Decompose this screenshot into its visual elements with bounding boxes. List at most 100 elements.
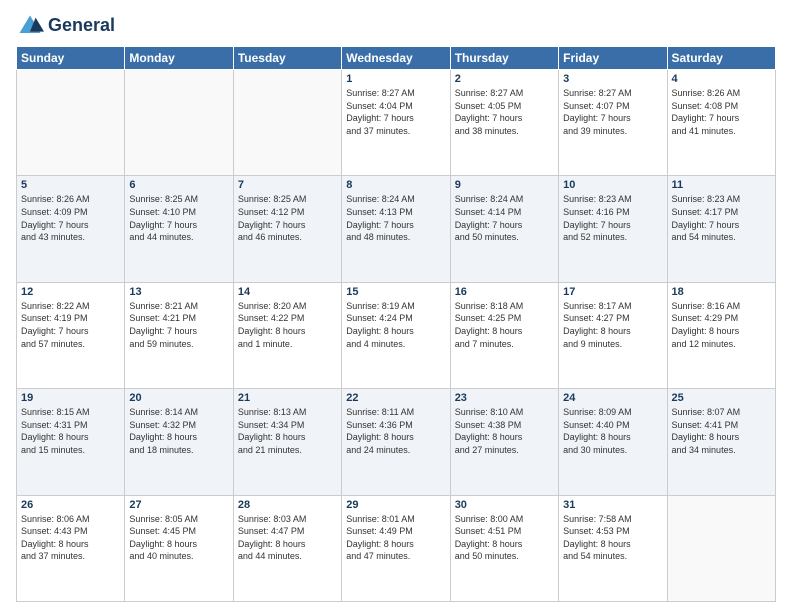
calendar-cell [667,495,775,601]
calendar-cell: 2 Sunrise: 8:27 AM Sunset: 4:05 PM Daylig… [450,70,558,176]
day-info: Sunrise: 8:21 AM Sunset: 4:21 PM Dayligh… [129,300,228,350]
calendar-cell: 17Sunrise: 8:17 AM Sunset: 4:27 PM Dayli… [559,282,667,388]
day-number: 17 [563,286,662,298]
day-number: 15 [346,286,445,298]
logo-line1: General [48,16,115,36]
logo-icon [16,12,44,40]
calendar-cell: 26 Sunrise: 8:06 AM Sunset: 4:43 PM Dayli… [17,495,125,601]
day-number: 20 [129,392,228,404]
day-number: 29 [346,499,445,511]
day-info: Sunrise: 8:25 AM Sunset: 4:12 PM Dayligh… [238,193,337,243]
calendar-cell: 11Sunrise: 8:23 AM Sunset: 4:17 PM Dayli… [667,176,775,282]
weekday-tuesday: Tuesday [233,47,341,70]
week-row-2: 5Sunrise: 8:26 AM Sunset: 4:09 PM Daylig… [17,176,776,282]
calendar-cell: 19Sunrise: 8:15 AM Sunset: 4:31 PM Dayli… [17,389,125,495]
weekday-friday: Friday [559,47,667,70]
day-info: Sunrise: 8:06 AM Sunset: 4:43 PM Dayligh… [21,513,120,563]
day-info: Sunrise: 8:23 AM Sunset: 4:16 PM Dayligh… [563,193,662,243]
day-number: 13 [129,286,228,298]
day-number: 8 [346,179,445,191]
day-number: 18 [672,286,771,298]
day-info: Sunrise: 8:10 AM Sunset: 4:38 PM Dayligh… [455,406,554,456]
calendar-cell: 30Sunrise: 8:00 AM Sunset: 4:51 PM Dayli… [450,495,558,601]
day-number: 26 [21,499,120,511]
day-info: Sunrise: 8:27 AM Sunset: 4:05 PM Dayligh… [455,87,554,137]
day-info: Sunrise: 8:13 AM Sunset: 4:34 PM Dayligh… [238,406,337,456]
day-info: Sunrise: 8:22 AM Sunset: 4:19 PM Dayligh… [21,300,120,350]
day-info: Sunrise: 8:23 AM Sunset: 4:17 PM Dayligh… [672,193,771,243]
calendar-cell: 25 Sunrise: 8:07 AM Sunset: 4:41 PM Dayli… [667,389,775,495]
calendar-cell [233,70,341,176]
calendar-cell: 10 Sunrise: 8:23 AM Sunset: 4:16 PM Dayli… [559,176,667,282]
day-number: 30 [455,499,554,511]
calendar-cell: 4 Sunrise: 8:26 AM Sunset: 4:08 PM Daylig… [667,70,775,176]
day-info: Sunrise: 8:27 AM Sunset: 4:04 PM Dayligh… [346,87,445,137]
day-info: Sunrise: 8:09 AM Sunset: 4:40 PM Dayligh… [563,406,662,456]
day-number: 31 [563,499,662,511]
weekday-monday: Monday [125,47,233,70]
day-number: 27 [129,499,228,511]
day-number: 28 [238,499,337,511]
day-info: Sunrise: 8:01 AM Sunset: 4:49 PM Dayligh… [346,513,445,563]
calendar-cell: 1 Sunrise: 8:27 AM Sunset: 4:04 PM Daylig… [342,70,450,176]
day-number: 21 [238,392,337,404]
day-number: 16 [455,286,554,298]
day-number: 14 [238,286,337,298]
calendar-cell: 21 Sunrise: 8:13 AM Sunset: 4:34 PM Dayli… [233,389,341,495]
day-info: Sunrise: 8:24 AM Sunset: 4:13 PM Dayligh… [346,193,445,243]
day-info: Sunrise: 8:26 AM Sunset: 4:08 PM Dayligh… [672,87,771,137]
day-number: 7 [238,179,337,191]
day-info: Sunrise: 8:11 AM Sunset: 4:36 PM Dayligh… [346,406,445,456]
day-number: 2 [455,73,554,85]
calendar-cell: 22 Sunrise: 8:11 AM Sunset: 4:36 PM Dayli… [342,389,450,495]
weekday-saturday: Saturday [667,47,775,70]
day-number: 23 [455,392,554,404]
calendar-cell: 5Sunrise: 8:26 AM Sunset: 4:09 PM Daylig… [17,176,125,282]
calendar-cell: 29 Sunrise: 8:01 AM Sunset: 4:49 PM Dayli… [342,495,450,601]
calendar-cell: 31Sunrise: 7:58 AM Sunset: 4:53 PM Dayli… [559,495,667,601]
weekday-header-row: SundayMondayTuesdayWednesdayThursdayFrid… [17,47,776,70]
calendar-cell: 28Sunrise: 8:03 AM Sunset: 4:47 PM Dayli… [233,495,341,601]
calendar-cell: 13 Sunrise: 8:21 AM Sunset: 4:21 PM Dayli… [125,282,233,388]
calendar-cell: 9Sunrise: 8:24 AM Sunset: 4:14 PM Daylig… [450,176,558,282]
calendar-cell: 7 Sunrise: 8:25 AM Sunset: 4:12 PM Daylig… [233,176,341,282]
day-number: 22 [346,392,445,404]
day-number: 1 [346,73,445,85]
calendar-cell: 18 Sunrise: 8:16 AM Sunset: 4:29 PM Dayli… [667,282,775,388]
calendar-cell: 16Sunrise: 8:18 AM Sunset: 4:25 PM Dayli… [450,282,558,388]
calendar-cell [125,70,233,176]
page: General SundayMondayTuesdayWednesdayThur… [0,0,792,612]
day-info: Sunrise: 8:14 AM Sunset: 4:32 PM Dayligh… [129,406,228,456]
calendar-cell: 20 Sunrise: 8:14 AM Sunset: 4:32 PM Dayli… [125,389,233,495]
calendar-cell [17,70,125,176]
day-number: 24 [563,392,662,404]
day-info: Sunrise: 8:19 AM Sunset: 4:24 PM Dayligh… [346,300,445,350]
day-number: 10 [563,179,662,191]
calendar-cell: 6Sunrise: 8:25 AM Sunset: 4:10 PM Daylig… [125,176,233,282]
calendar-cell: 27 Sunrise: 8:05 AM Sunset: 4:45 PM Dayli… [125,495,233,601]
day-info: Sunrise: 8:26 AM Sunset: 4:09 PM Dayligh… [21,193,120,243]
day-info: Sunrise: 8:15 AM Sunset: 4:31 PM Dayligh… [21,406,120,456]
day-number: 4 [672,73,771,85]
logo: General [16,12,115,40]
calendar-cell: 24 Sunrise: 8:09 AM Sunset: 4:40 PM Dayli… [559,389,667,495]
day-info: Sunrise: 8:07 AM Sunset: 4:41 PM Dayligh… [672,406,771,456]
week-row-5: 26 Sunrise: 8:06 AM Sunset: 4:43 PM Dayli… [17,495,776,601]
calendar-cell: 3Sunrise: 8:27 AM Sunset: 4:07 PM Daylig… [559,70,667,176]
week-row-1: 1 Sunrise: 8:27 AM Sunset: 4:04 PM Daylig… [17,70,776,176]
calendar-cell: 15 Sunrise: 8:19 AM Sunset: 4:24 PM Dayli… [342,282,450,388]
day-number: 25 [672,392,771,404]
day-info: Sunrise: 8:05 AM Sunset: 4:45 PM Dayligh… [129,513,228,563]
day-info: Sunrise: 8:16 AM Sunset: 4:29 PM Dayligh… [672,300,771,350]
day-info: Sunrise: 8:25 AM Sunset: 4:10 PM Dayligh… [129,193,228,243]
weekday-thursday: Thursday [450,47,558,70]
day-number: 9 [455,179,554,191]
day-number: 12 [21,286,120,298]
weekday-wednesday: Wednesday [342,47,450,70]
calendar-cell: 14Sunrise: 8:20 AM Sunset: 4:22 PM Dayli… [233,282,341,388]
calendar-table: SundayMondayTuesdayWednesdayThursdayFrid… [16,46,776,602]
weekday-sunday: Sunday [17,47,125,70]
day-number: 3 [563,73,662,85]
calendar-cell: 23 Sunrise: 8:10 AM Sunset: 4:38 PM Dayli… [450,389,558,495]
calendar-cell: 8 Sunrise: 8:24 AM Sunset: 4:13 PM Daylig… [342,176,450,282]
